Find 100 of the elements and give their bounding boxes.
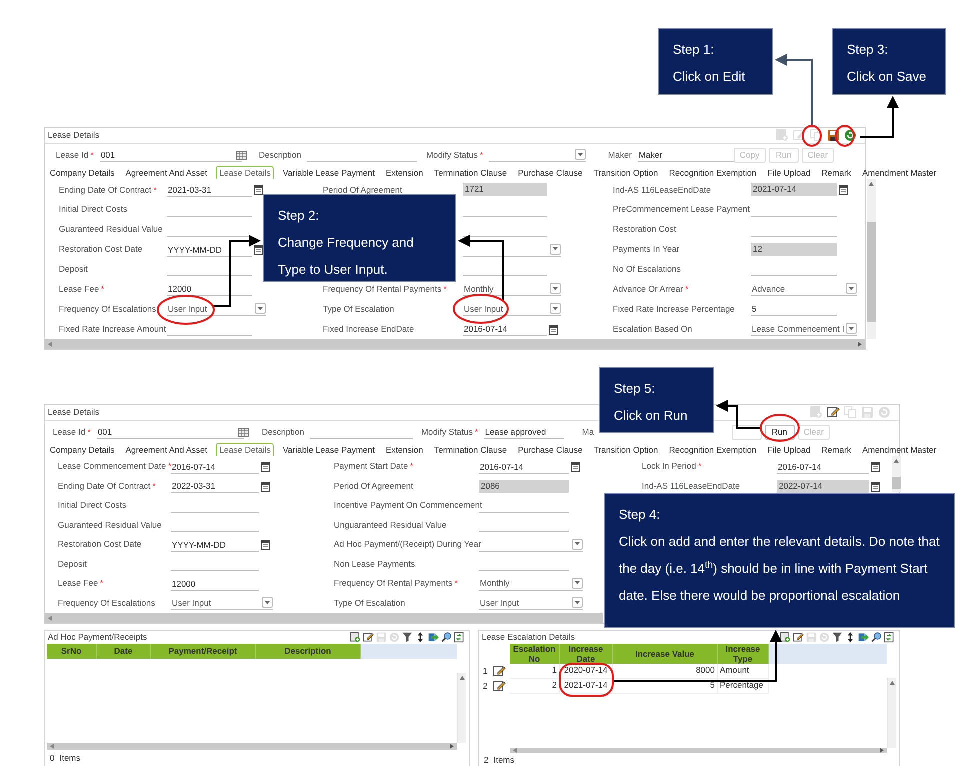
scroll-right-icon[interactable] <box>880 748 884 754</box>
tab[interactable]: Purchase Clause <box>516 166 585 179</box>
tab[interactable]: Amendment Master <box>860 166 939 179</box>
tab[interactable]: Recognition Exemption <box>667 166 759 179</box>
date-field[interactable]: 2016-07-14 <box>463 322 547 336</box>
date-field[interactable]: 2022-03-31 <box>171 479 259 494</box>
refresh-icon[interactable] <box>844 129 857 142</box>
edit-icon[interactable] <box>492 680 506 693</box>
dropdown[interactable]: User Input <box>167 302 266 316</box>
tab[interactable]: Purchase Clause <box>516 443 585 456</box>
export-icon[interactable] <box>428 632 439 643</box>
search-icon[interactable] <box>441 632 452 643</box>
scrollbar[interactable] <box>47 743 457 750</box>
filter-icon[interactable] <box>832 632 843 643</box>
input-field[interactable]: Maker <box>638 148 734 162</box>
tab[interactable]: Lease Details <box>216 166 274 179</box>
date-field[interactable]: YYYY-MM-DD <box>171 538 259 552</box>
edit-icon[interactable] <box>363 632 374 643</box>
tab[interactable]: Company Details <box>48 443 117 456</box>
tab[interactable]: File Upload <box>766 166 813 179</box>
tab[interactable]: Transition Option <box>592 443 660 456</box>
date-field[interactable]: 2016-07-14 <box>479 460 569 474</box>
calendar-icon[interactable] <box>871 461 880 472</box>
reload-icon[interactable] <box>884 632 895 643</box>
scroll-up-icon[interactable] <box>894 459 899 463</box>
export-icon[interactable] <box>858 632 869 643</box>
add-icon[interactable] <box>780 632 791 643</box>
sort-icon[interactable] <box>845 632 856 643</box>
calendar-icon[interactable] <box>261 461 270 472</box>
scrollbar[interactable] <box>45 339 865 349</box>
scroll-up-icon[interactable] <box>890 680 894 685</box>
tab[interactable]: Termination Clause <box>432 443 510 456</box>
tab[interactable]: Remark <box>820 166 854 179</box>
scroll-left-icon[interactable] <box>513 748 517 754</box>
column-header[interactable]: Description <box>256 644 361 660</box>
scrollbar-thumb[interactable] <box>892 477 901 489</box>
calendar-icon[interactable] <box>571 461 580 472</box>
scrollbar[interactable] <box>510 748 887 754</box>
dropdown[interactable] <box>463 242 561 257</box>
dropdown[interactable]: User Input <box>171 596 273 610</box>
scrollbar-thumb[interactable] <box>867 222 876 322</box>
scrollbar[interactable] <box>457 673 466 744</box>
tab[interactable]: Lease Details <box>216 443 274 456</box>
dropdown[interactable]: User Input <box>479 596 583 610</box>
input-field[interactable]: 12000 <box>171 576 259 591</box>
edit-icon[interactable] <box>492 664 506 678</box>
dropdown[interactable]: Monthly <box>479 576 583 591</box>
tab[interactable]: Termination Clause <box>432 166 510 179</box>
calendar-icon[interactable] <box>549 324 558 335</box>
edit-icon[interactable] <box>827 406 840 419</box>
tab[interactable]: Transition Option <box>592 166 660 179</box>
scrollbar[interactable] <box>887 678 896 748</box>
date-field[interactable]: 2021-03-31 <box>167 182 252 197</box>
column-header[interactable]: Increase Value <box>613 644 718 664</box>
grid-icon[interactable] <box>238 428 249 436</box>
reload-icon[interactable] <box>454 632 465 643</box>
tab[interactable]: Variable Lease Payment <box>281 166 377 179</box>
scroll-left-icon[interactable] <box>48 342 52 346</box>
input-field[interactable]: 5 <box>751 302 837 316</box>
sort-icon[interactable] <box>415 632 426 643</box>
input-field[interactable]: 12000 <box>167 282 252 296</box>
scroll-right-icon[interactable] <box>450 744 454 750</box>
column-header[interactable]: SrNo <box>47 644 97 660</box>
scroll-left-icon[interactable] <box>50 744 54 750</box>
calendar-icon[interactable] <box>261 539 270 550</box>
action-button[interactable]: Run <box>764 424 795 440</box>
calendar-icon[interactable] <box>254 244 263 256</box>
column-header[interactable]: Payment/Receipt <box>151 644 256 660</box>
tab[interactable]: Remark <box>820 443 854 456</box>
date-field[interactable]: 2016-07-14 <box>171 460 259 474</box>
edit-icon[interactable] <box>793 632 804 643</box>
tab[interactable]: Amendment Master <box>860 443 939 456</box>
calendar-icon[interactable] <box>871 480 880 492</box>
column-header[interactable]: Date <box>97 644 151 660</box>
dropdown[interactable]: Advance <box>751 282 857 296</box>
column-header[interactable]: Escalation No <box>510 644 560 664</box>
date-field[interactable]: YYYY-MM-DD <box>167 242 252 257</box>
scrollbar[interactable] <box>45 613 603 623</box>
tab[interactable]: Extension <box>384 443 426 456</box>
add-icon[interactable] <box>350 632 361 643</box>
tab[interactable]: Recognition Exemption <box>667 443 759 456</box>
tab[interactable]: Agreement And Asset <box>124 443 210 456</box>
scroll-up-icon[interactable] <box>460 676 464 680</box>
scrollbar[interactable] <box>867 179 876 339</box>
scroll-left-icon[interactable] <box>48 616 52 620</box>
dropdown[interactable]: Monthly <box>463 282 561 296</box>
scrollbar[interactable] <box>892 456 901 492</box>
calendar-icon[interactable] <box>261 480 270 492</box>
tab[interactable]: Agreement And Asset <box>124 166 210 179</box>
input-field[interactable]: Lease approved <box>484 425 564 439</box>
tab[interactable]: Extension <box>384 166 426 179</box>
filter-icon[interactable] <box>402 632 413 643</box>
scroll-right-icon[interactable] <box>858 342 862 346</box>
dropdown[interactable]: User Input <box>463 302 561 316</box>
date-field[interactable]: 2016-07-14 <box>777 460 869 474</box>
tab[interactable]: File Upload <box>766 443 813 456</box>
search-icon[interactable] <box>871 632 882 643</box>
column-header[interactable]: Increase Type <box>718 644 769 664</box>
dropdown[interactable]: Lease Commencement I <box>751 322 857 336</box>
tab[interactable]: Variable Lease Payment <box>281 443 377 456</box>
